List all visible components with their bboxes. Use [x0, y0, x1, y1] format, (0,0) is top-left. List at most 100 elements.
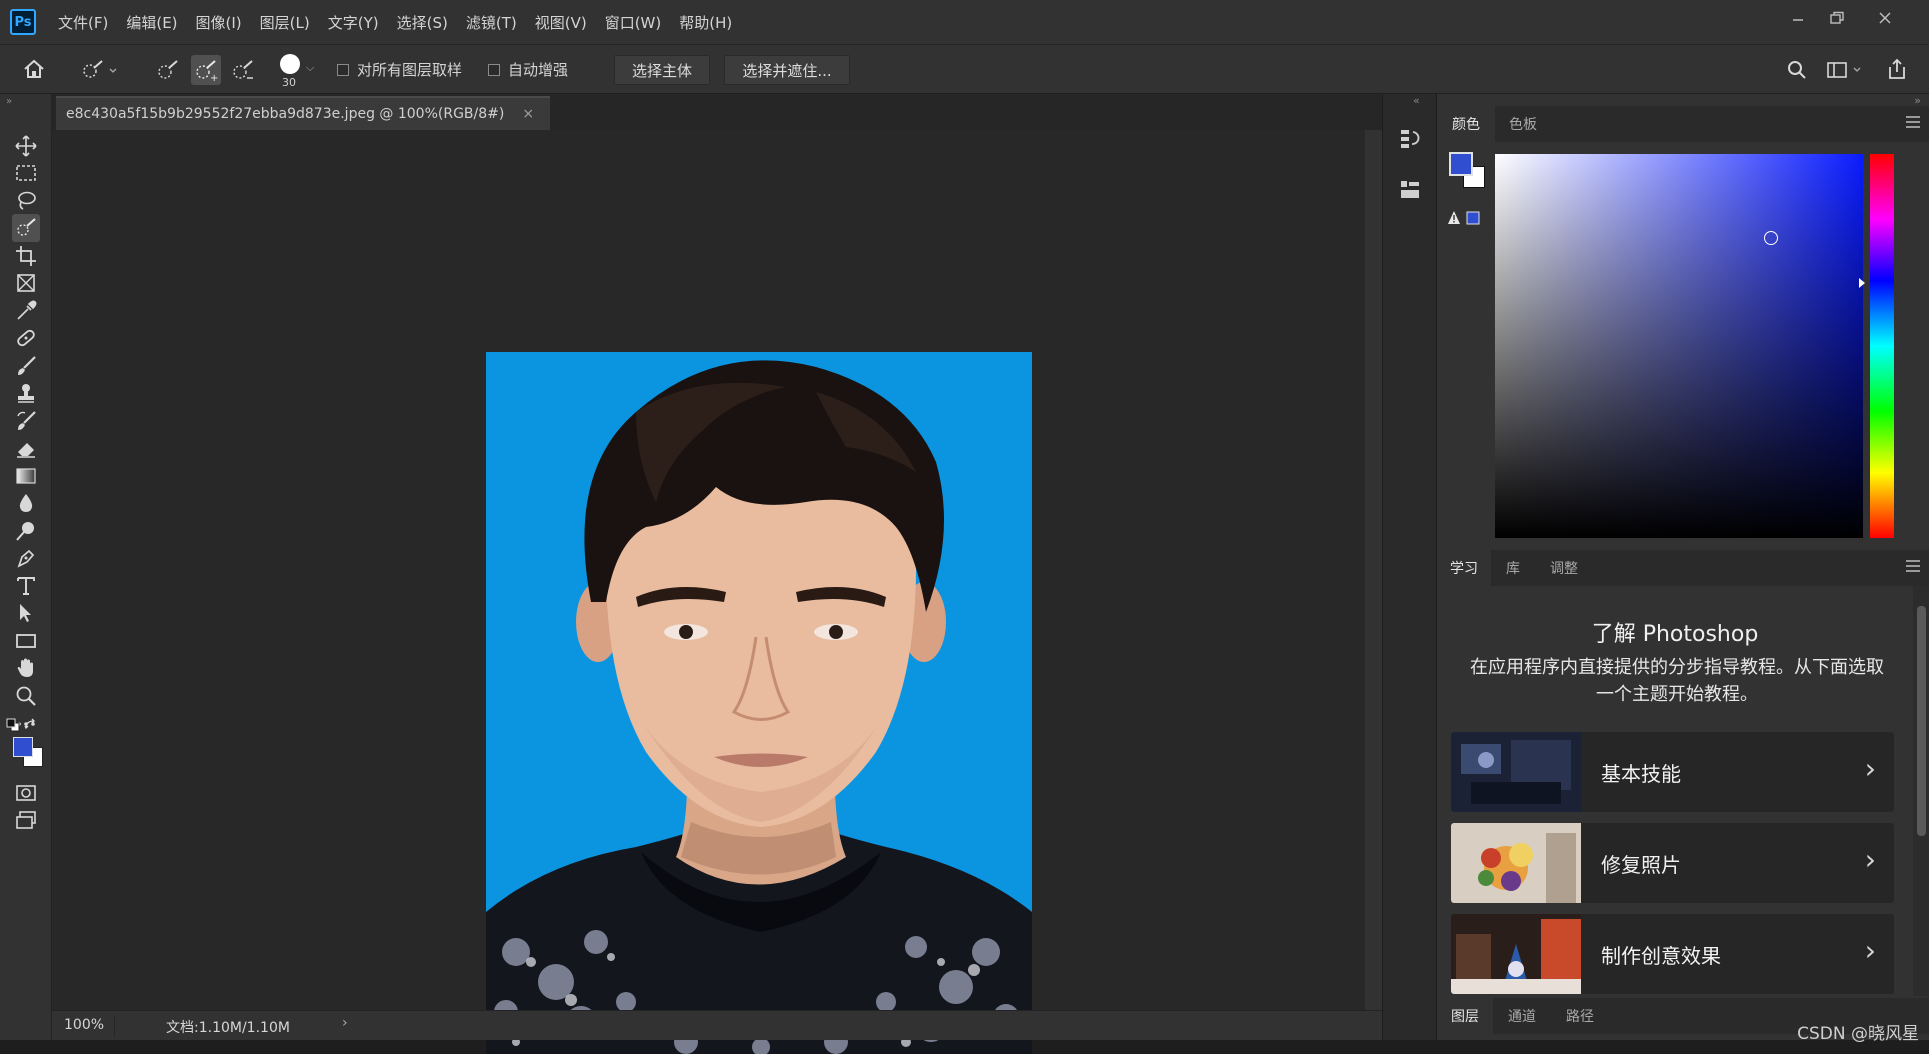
tab-paths[interactable]: 路径	[1551, 998, 1609, 1034]
screen-mode-button[interactable]	[12, 806, 40, 834]
menu-file[interactable]: 文件(F)	[58, 12, 108, 33]
default-colors-icon	[6, 718, 20, 732]
minimize-button[interactable]	[1783, 10, 1813, 32]
rectangle-tool[interactable]	[12, 627, 40, 655]
creative-effects-thumbnail	[1451, 914, 1581, 994]
color-picker-cursor[interactable]	[1764, 231, 1778, 245]
eraser-tool[interactable]	[12, 434, 40, 462]
zoom-level[interactable]: 100%	[64, 1017, 104, 1033]
crop-tool[interactable]	[12, 242, 40, 270]
share-button[interactable]	[1886, 57, 1908, 85]
menu-help[interactable]: 帮助(H)	[679, 12, 732, 33]
restore-button[interactable]	[1822, 10, 1852, 32]
brush-subtract-icon	[230, 57, 256, 83]
menu-image[interactable]: 图像(I)	[196, 12, 242, 33]
tab-swatches[interactable]: 色板	[1495, 106, 1551, 142]
bandage-icon	[15, 327, 37, 349]
eyedropper-tool[interactable]	[12, 297, 40, 325]
sample-all-layers-checkbox[interactable]	[337, 64, 349, 76]
brush-icon	[15, 355, 37, 377]
out-of-gamut-warning[interactable]	[1447, 210, 1481, 230]
lasso-tool[interactable]	[12, 186, 40, 214]
color-swatches[interactable]	[13, 737, 41, 767]
portrait-photo[interactable]	[486, 352, 1032, 1054]
path-selection-tool[interactable]	[12, 599, 40, 627]
home-button[interactable]	[22, 58, 46, 84]
clone-stamp-tool[interactable]	[12, 379, 40, 407]
tab-layers[interactable]: 图层	[1437, 998, 1493, 1034]
tab-color[interactable]: 颜色	[1437, 106, 1495, 142]
expand-panels-icon[interactable]: «	[1413, 94, 1420, 107]
quick-mask-icon	[15, 782, 37, 804]
foreground-color-swatch[interactable]	[13, 737, 33, 757]
hand-tool[interactable]	[12, 654, 40, 682]
menu-view[interactable]: 视图(V)	[535, 12, 587, 33]
quick-selection-tool[interactable]	[12, 214, 40, 242]
frame-icon	[15, 272, 37, 294]
gradient-tool[interactable]	[12, 462, 40, 490]
water-drop-icon	[15, 492, 37, 514]
color-spectrum-field[interactable]	[1495, 154, 1863, 538]
brush-size-picker[interactable]: 30 ⌵	[276, 51, 312, 91]
document-tab[interactable]: e8c430a5f15b9b29552f27ebba9d873e.jpeg @ …	[56, 96, 550, 130]
type-tool[interactable]	[12, 572, 40, 600]
add-to-selection-button[interactable]: +	[191, 55, 221, 85]
canvas-vertical-scrollbar[interactable]	[1365, 130, 1382, 1010]
tab-learn[interactable]: 学习	[1437, 550, 1491, 586]
menu-type[interactable]: 文字(Y)	[328, 12, 379, 33]
auto-enhance-checkbox[interactable]	[488, 64, 500, 76]
menu-layer[interactable]: 图层(L)	[260, 12, 310, 33]
subtract-from-selection-button[interactable]	[230, 57, 256, 83]
hue-slider[interactable]	[1870, 154, 1894, 538]
default-colors-button[interactable]	[6, 718, 22, 734]
learn-scrollbar-thumb[interactable]	[1917, 606, 1926, 836]
healing-brush-tool[interactable]	[12, 324, 40, 352]
color-panel-foreground-swatch[interactable]	[1449, 152, 1473, 176]
collapse-toolbar-icon[interactable]: »	[6, 96, 12, 107]
swap-colors-button[interactable]	[24, 718, 38, 732]
workspace-switcher[interactable]	[1826, 59, 1866, 85]
tab-adjustments[interactable]: 调整	[1535, 550, 1593, 586]
zoom-tool[interactable]	[12, 682, 40, 710]
close-tab-icon[interactable]: ×	[522, 106, 534, 122]
basic-skills-thumbnail	[1451, 732, 1581, 812]
color-panel-menu-icon[interactable]	[1906, 116, 1920, 130]
menu-edit[interactable]: 编辑(E)	[126, 12, 177, 33]
tool-preset-picker[interactable]	[80, 59, 120, 85]
dodge-tool[interactable]	[12, 517, 40, 545]
learn-item-label: 修复照片	[1601, 849, 1681, 878]
marquee-tool[interactable]	[12, 159, 40, 187]
learn-panel-scrollbar[interactable]	[1913, 586, 1929, 996]
new-selection-mode-button[interactable]	[155, 57, 181, 83]
select-and-mask-button[interactable]: 选择并遮住...	[724, 55, 850, 85]
photoshop-logo[interactable]: Ps	[10, 9, 36, 35]
learn-panel-menu-icon[interactable]	[1906, 560, 1920, 574]
select-subject-button[interactable]: 选择主体	[614, 55, 710, 85]
blur-tool[interactable]	[12, 489, 40, 517]
color-panel-swatches[interactable]	[1449, 152, 1489, 192]
menu-window[interactable]: 窗口(W)	[605, 12, 662, 33]
learn-item-label: 制作创意效果	[1601, 940, 1721, 969]
move-tool[interactable]	[12, 132, 40, 160]
learn-item-fix-photo[interactable]: 修复照片 ›	[1451, 823, 1894, 903]
close-window-button[interactable]	[1870, 10, 1900, 32]
hue-slider-marker-icon[interactable]	[1859, 278, 1865, 288]
search-button[interactable]	[1786, 59, 1808, 85]
history-brush-tool[interactable]	[12, 407, 40, 435]
menu-select[interactable]: 选择(S)	[397, 12, 448, 33]
pen-tool[interactable]	[12, 544, 40, 572]
tab-channels[interactable]: 通道	[1493, 998, 1551, 1034]
tab-libraries[interactable]: 库	[1491, 550, 1535, 586]
quick-mask-button[interactable]	[12, 779, 40, 807]
learn-item-basic-skills[interactable]: 基本技能 ›	[1451, 732, 1894, 812]
learn-panel-tabs: 学习 库 调整	[1437, 550, 1929, 586]
minimize-icon	[1791, 11, 1805, 25]
brush-tool[interactable]	[12, 352, 40, 380]
learn-item-creative-effects[interactable]: 制作创意效果 ›	[1451, 914, 1894, 994]
history-panel-button[interactable]	[1399, 128, 1421, 154]
properties-panel-button[interactable]	[1399, 178, 1421, 204]
frame-tool[interactable]	[12, 269, 40, 297]
status-menu-chevron-icon[interactable]: ›	[342, 1015, 348, 1031]
canvas-area[interactable]	[52, 130, 1365, 1010]
menu-filter[interactable]: 滤镜(T)	[466, 12, 517, 33]
